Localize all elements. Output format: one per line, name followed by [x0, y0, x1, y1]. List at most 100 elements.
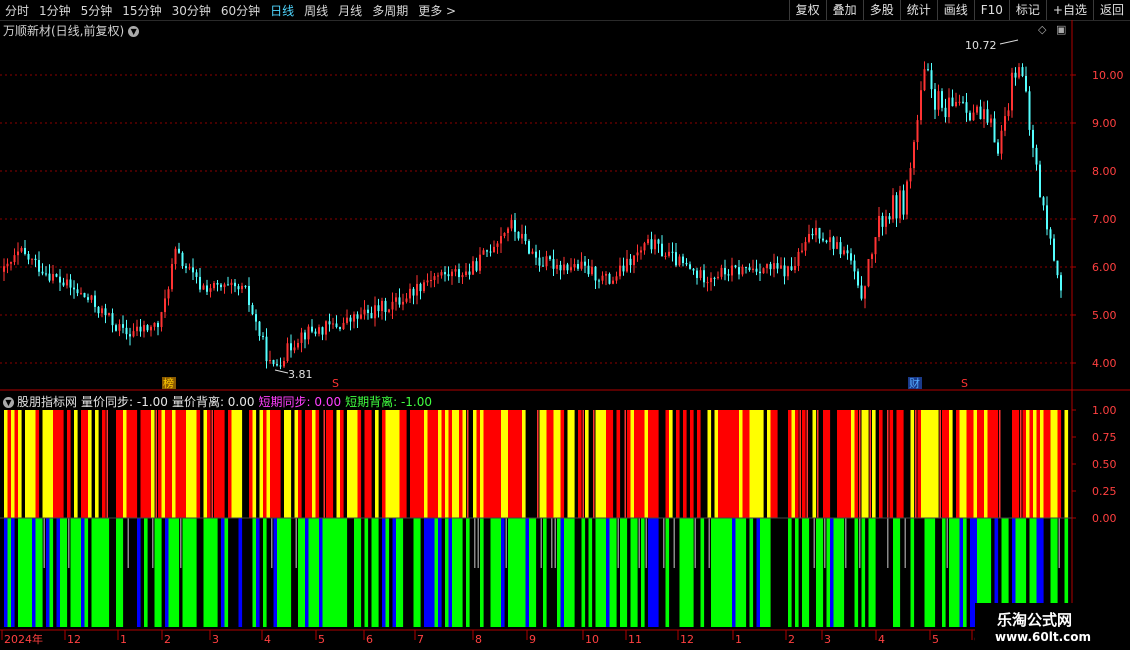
candle-body	[850, 253, 852, 261]
sync-bar	[735, 410, 740, 518]
candle-body	[181, 252, 184, 267]
candle-body	[643, 243, 646, 251]
sync-bar	[707, 410, 712, 518]
candle-body	[745, 266, 747, 268]
sync-bar	[799, 410, 801, 518]
candle-body	[55, 274, 58, 277]
candle-body	[472, 261, 474, 275]
sync-bar	[473, 410, 477, 518]
sync-bar	[277, 410, 281, 518]
candle-body	[164, 298, 166, 313]
sync-bar	[196, 410, 201, 518]
candle-body	[311, 326, 313, 332]
divergence-bar	[833, 518, 838, 627]
candle-body	[192, 267, 194, 273]
divergence-bar	[308, 518, 313, 627]
sync-bar	[462, 410, 467, 518]
candle-body	[195, 272, 198, 277]
candle-body	[101, 308, 103, 314]
sync-bar	[812, 410, 817, 518]
divergence-bar	[77, 518, 82, 627]
candle-body	[860, 285, 863, 299]
candle-body	[367, 309, 369, 313]
candle-body	[853, 260, 856, 272]
divergence-bar	[602, 518, 607, 627]
divergence-bar	[238, 518, 243, 627]
candle-body	[139, 326, 142, 332]
sync-bar	[1033, 410, 1037, 518]
sync-bar	[228, 410, 232, 518]
candle-body	[776, 263, 779, 269]
candle-body	[248, 286, 250, 306]
sync-bar	[1029, 410, 1034, 518]
candle-body	[1042, 197, 1045, 206]
candle-body	[514, 220, 516, 232]
candle-body	[927, 69, 929, 71]
sync-bar	[189, 410, 194, 518]
candlestick-chart[interactable]: 10.009.008.007.006.005.004.001.000.750.5…	[0, 0, 1130, 650]
sync-bar	[648, 410, 652, 518]
candle-body	[647, 239, 649, 244]
candle-body	[73, 287, 75, 290]
divergence-bar	[371, 518, 376, 627]
candle-body	[503, 233, 506, 237]
sync-bar	[676, 410, 680, 518]
divergence-bar	[382, 518, 386, 627]
divergence-bar	[32, 518, 36, 627]
sync-bar	[263, 410, 267, 518]
sync-bar	[207, 410, 211, 518]
sync-bar	[74, 410, 78, 518]
sync-bar	[511, 410, 516, 518]
sync-bar	[4, 410, 8, 518]
divergence-bar	[336, 518, 341, 627]
sync-bar	[665, 410, 670, 518]
sync-bar	[354, 410, 358, 518]
candle-body	[619, 265, 621, 277]
candle-body	[790, 266, 793, 271]
divergence-bar	[557, 518, 561, 627]
candle-body	[797, 251, 800, 266]
sync-bar	[323, 410, 325, 518]
candle-body	[370, 312, 373, 319]
candle-body	[1053, 238, 1055, 261]
candle-body	[958, 101, 961, 103]
divergence-bar	[28, 518, 33, 627]
sync-bar	[889, 410, 894, 518]
divergence-bar	[620, 518, 624, 627]
candle-body	[486, 250, 488, 252]
divergence-bar	[711, 518, 715, 627]
divergence-bar	[417, 518, 421, 627]
divergence-bar	[887, 518, 889, 568]
candle-body	[955, 101, 957, 107]
divergence-bar	[760, 518, 764, 627]
sync-bar	[459, 410, 463, 518]
sync-bar	[942, 410, 946, 518]
candle-body	[20, 248, 23, 252]
divergence-bar	[207, 518, 211, 627]
sync-bar	[14, 410, 19, 518]
sync-bar	[1022, 410, 1027, 518]
divergence-bar	[924, 518, 929, 627]
candle-body	[262, 335, 264, 337]
candle-body	[965, 102, 968, 113]
candle-body	[1028, 91, 1031, 130]
candle-body	[384, 300, 387, 312]
candle-body	[353, 314, 355, 322]
sync-bar	[669, 410, 673, 518]
candle-body	[769, 264, 772, 270]
divergence-bar	[651, 518, 656, 627]
date-axis-label: 2	[164, 633, 171, 646]
sync-bar	[991, 410, 995, 518]
divergence-bar	[540, 518, 542, 568]
candle-body	[34, 258, 37, 261]
sync-bar	[644, 410, 649, 518]
candle-body	[104, 308, 107, 316]
candle-body	[615, 276, 618, 281]
sync-bar	[690, 410, 694, 518]
candle-body	[1007, 110, 1010, 117]
candle-body	[17, 251, 19, 256]
sync-bar	[35, 410, 40, 518]
sync-bar	[81, 410, 85, 518]
sync-bar	[917, 410, 922, 518]
divergence-bar	[319, 518, 323, 627]
